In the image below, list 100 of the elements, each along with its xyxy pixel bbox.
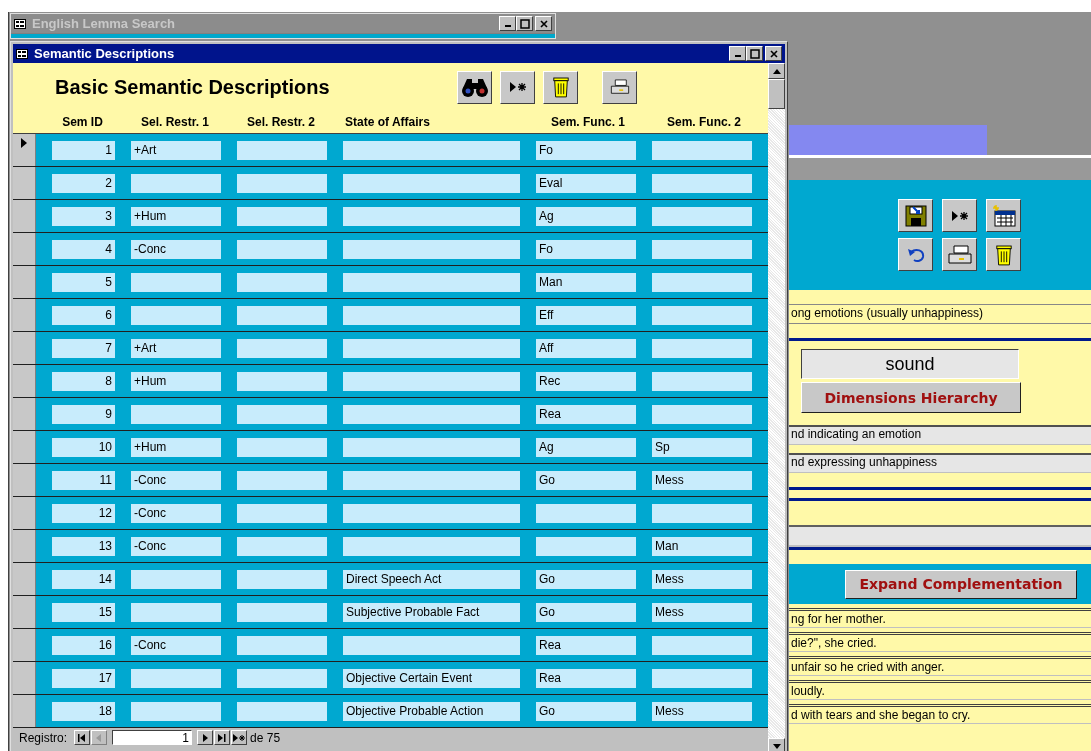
minimize-button[interactable] [729, 46, 746, 61]
record-field[interactable] [237, 272, 327, 292]
record-field[interactable]: 14 [52, 569, 115, 589]
scroll-up-button[interactable] [768, 63, 785, 79]
record-field[interactable]: 4 [52, 239, 115, 259]
record-field[interactable] [652, 239, 752, 259]
lemma-field[interactable]: sound [801, 349, 1019, 379]
record-field[interactable]: -Conc [131, 536, 221, 556]
record-field[interactable]: Fo [536, 239, 636, 259]
record-field[interactable]: 16 [52, 635, 115, 655]
record-field[interactable]: 6 [52, 305, 115, 325]
record-field[interactable]: Mess [652, 569, 752, 589]
record-field[interactable]: 7 [52, 338, 115, 358]
record-field[interactable]: Mess [652, 602, 752, 622]
record-field[interactable] [343, 536, 520, 556]
record-field[interactable] [237, 437, 327, 457]
record-field[interactable]: Mess [652, 470, 752, 490]
record-field[interactable] [237, 569, 327, 589]
record-field[interactable] [652, 206, 752, 226]
record-field[interactable] [343, 140, 520, 160]
record-field[interactable] [237, 206, 327, 226]
undo-button[interactable] [898, 238, 933, 271]
record-field[interactable]: Man [536, 272, 636, 292]
record-field[interactable]: Man [652, 536, 752, 556]
close-button[interactable] [765, 46, 782, 61]
record-field[interactable] [652, 635, 752, 655]
record-field[interactable] [343, 470, 520, 490]
record-field[interactable]: +Art [131, 338, 221, 358]
record-field[interactable]: Objective Certain Event [343, 668, 520, 688]
record-field[interactable] [343, 404, 520, 424]
record-field[interactable]: Go [536, 470, 636, 490]
record-field[interactable] [131, 569, 221, 589]
record-field[interactable]: +Art [131, 140, 221, 160]
record-field[interactable] [343, 371, 520, 391]
record-field[interactable]: 18 [52, 701, 115, 721]
delete-button[interactable] [543, 70, 578, 104]
record-field[interactable]: 9 [52, 404, 115, 424]
save-button[interactable] [898, 199, 933, 232]
record-field[interactable]: -Conc [131, 503, 221, 523]
record-field[interactable]: +Hum [131, 437, 221, 457]
record-field[interactable] [237, 668, 327, 688]
record-field[interactable]: Eff [536, 305, 636, 325]
record-field[interactable]: 8 [52, 371, 115, 391]
record-field[interactable]: -Conc [131, 239, 221, 259]
record-field[interactable]: Ag [536, 206, 636, 226]
expand-complementation-button[interactable]: Expand Complementation [845, 569, 1077, 599]
first-record-button[interactable] [74, 730, 91, 745]
record-field[interactable] [237, 404, 327, 424]
new-record-button[interactable] [231, 730, 248, 745]
record-field[interactable]: 17 [52, 668, 115, 688]
record-field[interactable]: Direct Speech Act [343, 569, 520, 589]
record-field[interactable]: 13 [52, 536, 115, 556]
print-button[interactable] [942, 238, 977, 271]
record-field[interactable]: Aff [536, 338, 636, 358]
record-field[interactable]: -Conc [131, 635, 221, 655]
record-field[interactable] [343, 437, 520, 457]
record-field[interactable]: Eval [536, 173, 636, 193]
delete-button[interactable] [986, 238, 1021, 271]
record-field[interactable] [237, 305, 327, 325]
new-record-button[interactable] [500, 70, 535, 104]
record-field[interactable]: 1 [52, 140, 115, 160]
record-field[interactable]: +Hum [131, 371, 221, 391]
record-field[interactable]: Rec [536, 371, 636, 391]
record-field[interactable] [237, 701, 327, 721]
record-field[interactable]: Mess [652, 701, 752, 721]
record-field[interactable] [652, 668, 752, 688]
record-field[interactable] [237, 371, 327, 391]
record-field[interactable] [237, 503, 327, 523]
close-button[interactable] [535, 16, 552, 31]
dimensions-hierarchy-button[interactable]: Dimensions Hierarchy [801, 382, 1021, 413]
record-field[interactable] [131, 305, 221, 325]
record-field[interactable] [536, 536, 636, 556]
record-field[interactable] [131, 404, 221, 424]
record-field[interactable] [131, 602, 221, 622]
record-field[interactable]: 5 [52, 272, 115, 292]
record-field[interactable] [652, 338, 752, 358]
record-field[interactable] [652, 305, 752, 325]
record-number-field[interactable]: 1 [112, 730, 193, 745]
record-field[interactable]: 12 [52, 503, 115, 523]
record-field[interactable] [536, 503, 636, 523]
record-field[interactable]: Fo [536, 140, 636, 160]
record-field[interactable] [237, 635, 327, 655]
print-button[interactable] [602, 70, 637, 104]
record-field[interactable]: Go [536, 569, 636, 589]
record-field[interactable]: Subjective Probable Fact [343, 602, 520, 622]
record-field[interactable] [237, 536, 327, 556]
record-field[interactable] [343, 173, 520, 193]
record-field[interactable] [237, 173, 327, 193]
record-field[interactable] [237, 602, 327, 622]
record-field[interactable] [652, 404, 752, 424]
search-button[interactable] [457, 70, 492, 104]
record-field[interactable] [652, 503, 752, 523]
last-record-button[interactable] [214, 730, 231, 745]
record-field[interactable] [343, 503, 520, 523]
record-field[interactable] [343, 338, 520, 358]
record-field[interactable] [131, 272, 221, 292]
record-field[interactable]: 10 [52, 437, 115, 457]
record-field[interactable] [343, 239, 520, 259]
record-selector[interactable] [13, 134, 36, 166]
record-field[interactable] [131, 173, 221, 193]
